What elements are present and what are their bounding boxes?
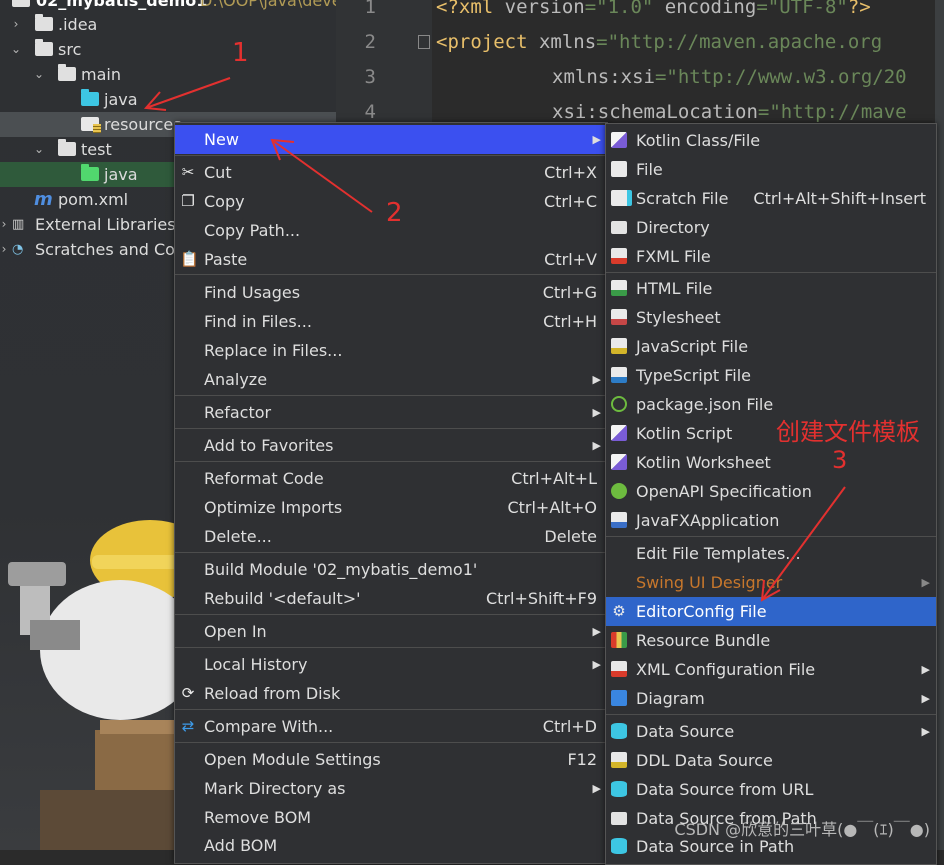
annotation-number: 3	[832, 446, 848, 474]
annotation-number: 2	[386, 198, 403, 228]
annotation-arrow	[271, 139, 373, 213]
annotation-number: 1	[232, 38, 249, 68]
annotation-arrow	[761, 486, 846, 601]
annotation-text: 创建文件模板	[776, 418, 920, 446]
watermark: CSDN @欣意的三叶草(●￣(ｴ)￣●)	[674, 820, 930, 839]
